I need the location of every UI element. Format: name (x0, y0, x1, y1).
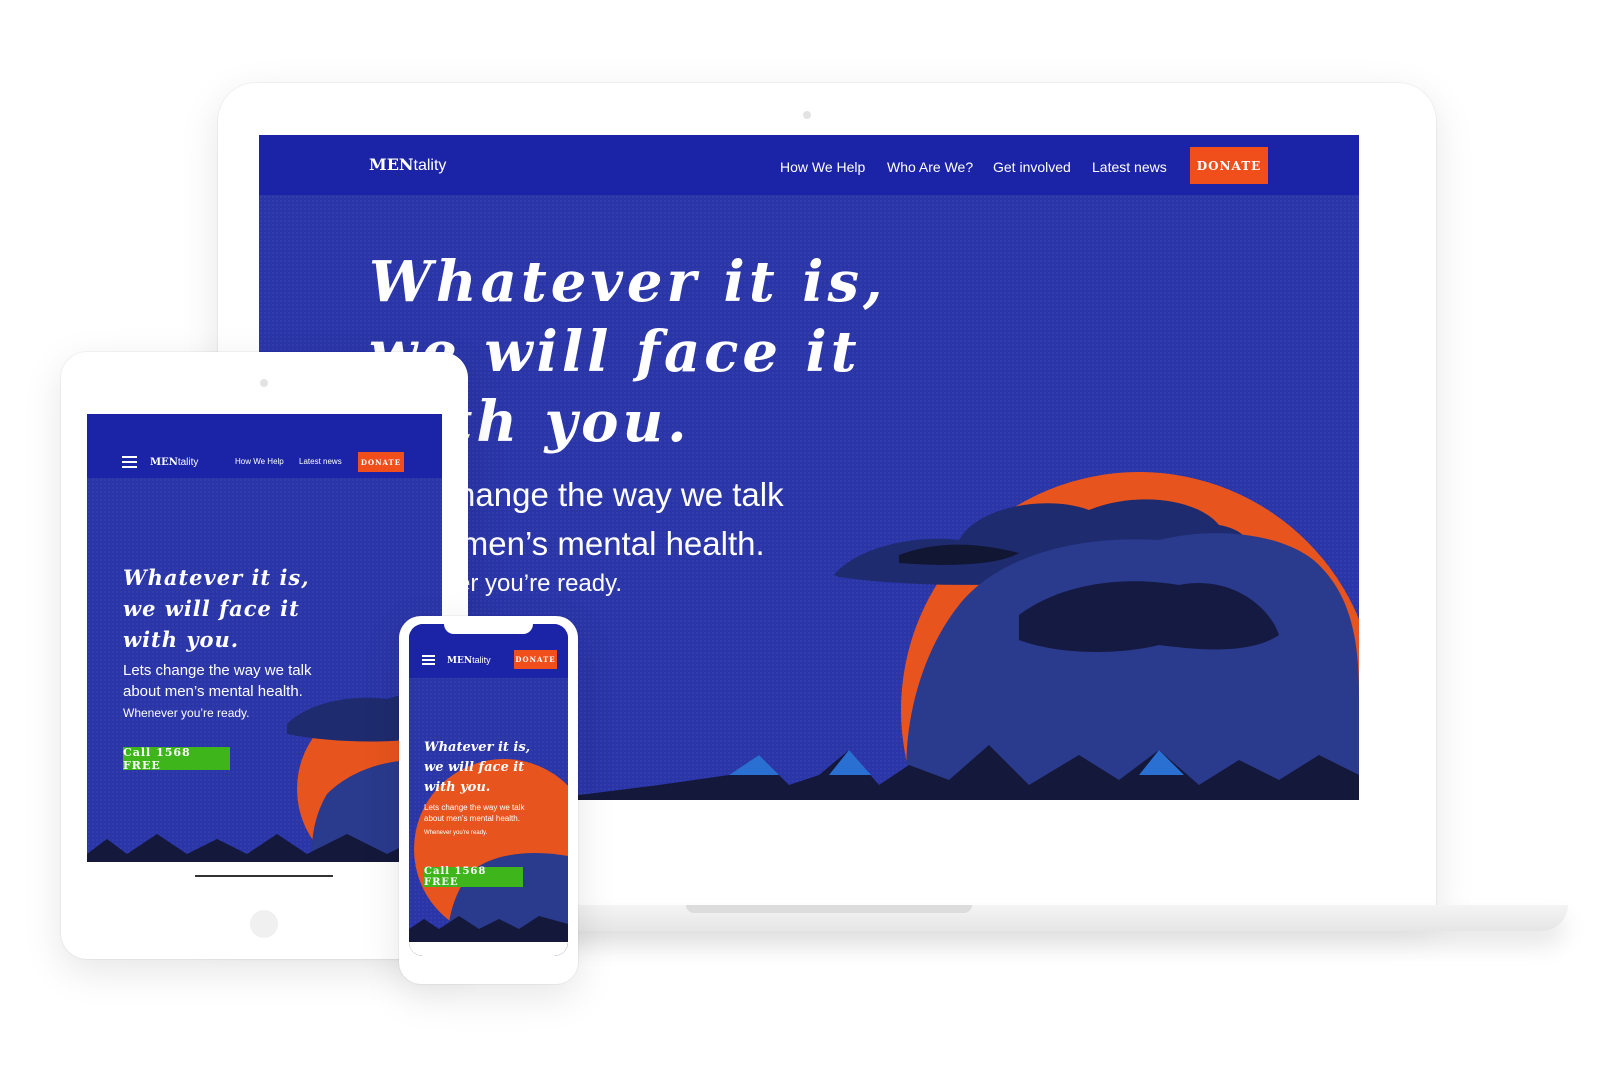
snow-ground (409, 942, 568, 956)
headline-line-1: Whatever it is, (123, 565, 310, 590)
logo-bold: MEN (447, 656, 473, 666)
logo[interactable]: MENtality (447, 655, 491, 666)
hero-headline: Whatever it is, we will face it with you… (424, 738, 530, 798)
donate-button[interactable]: DONATE (1190, 147, 1268, 184)
nav-link-latest-news[interactable]: Latest news (299, 457, 342, 466)
home-button[interactable] (250, 910, 278, 938)
nav-link-how-we-help[interactable]: How We Help (780, 159, 865, 175)
hero-subtitle: Lets change the way we talk about men’s … (123, 660, 311, 702)
logo-rest: tality (413, 157, 447, 174)
subtitle-line-1: Lets change the way we talk (123, 662, 312, 679)
headline-line-2: we will face it (424, 760, 525, 775)
top-nav: MENtality How We Help Who Are We? Get in… (259, 135, 1359, 195)
top-nav: MENtality DONATE (409, 624, 568, 678)
subtitle-line-2: about men’s mental health. (424, 814, 520, 823)
home-indicator (195, 875, 333, 877)
phone-screen: Whatever it is, we will face it with you… (409, 624, 568, 956)
logo-rest: tality (177, 457, 199, 468)
headline-line-1: Whatever it is, (369, 249, 887, 315)
menu-icon[interactable] (122, 456, 137, 468)
menu-icon[interactable] (422, 655, 435, 665)
logo-bold: MEN (150, 457, 178, 468)
hero-subtitle: Lets change the way we talk about men’s … (424, 802, 525, 824)
headline-line-1: Whatever it is, (424, 740, 531, 755)
laptop-notch (686, 905, 972, 913)
subtitle-line-2: about men’s mental health. (123, 683, 303, 700)
logo[interactable]: MENtality (369, 155, 446, 175)
nav-link-how-we-help[interactable]: How We Help (235, 457, 284, 466)
tablet-screen: Whatever it is, we will face it with you… (87, 414, 442, 888)
nav-link-latest-news[interactable]: Latest news (1092, 159, 1167, 175)
call-free-button[interactable]: Call 1568 FREE (424, 866, 523, 888)
camera-icon (260, 379, 268, 387)
hero-tagline: Whenever you’re ready. (424, 830, 488, 836)
hero-headline: Whatever it is, we will face it with you… (123, 562, 310, 655)
nav-link-get-involved[interactable]: Get involved (993, 159, 1071, 175)
phone-notch (444, 624, 533, 634)
hero-section: Whatever it is, we will face it with you… (87, 414, 442, 888)
donate-button[interactable]: DONATE (514, 650, 557, 669)
headline-line-2: we will face it (123, 596, 300, 621)
call-free-button[interactable]: Call 1568 FREE (123, 746, 230, 772)
subtitle-line-1: Lets change the way we talk (424, 803, 525, 812)
top-nav: MENtality How We Help Latest news DONATE (87, 414, 442, 478)
camera-icon (803, 111, 811, 119)
logo[interactable]: MENtality (150, 457, 198, 468)
headline-line-3: with you. (424, 780, 491, 795)
logo-rest: tality (472, 655, 491, 665)
nav-link-who-are-we[interactable]: Who Are We? (887, 159, 973, 175)
logo-bold: MEN (369, 155, 414, 174)
headline-line-3: with you. (123, 627, 240, 652)
donate-button[interactable]: DONATE (358, 452, 404, 472)
hero-tagline: Whenever you’re ready. (123, 706, 250, 720)
